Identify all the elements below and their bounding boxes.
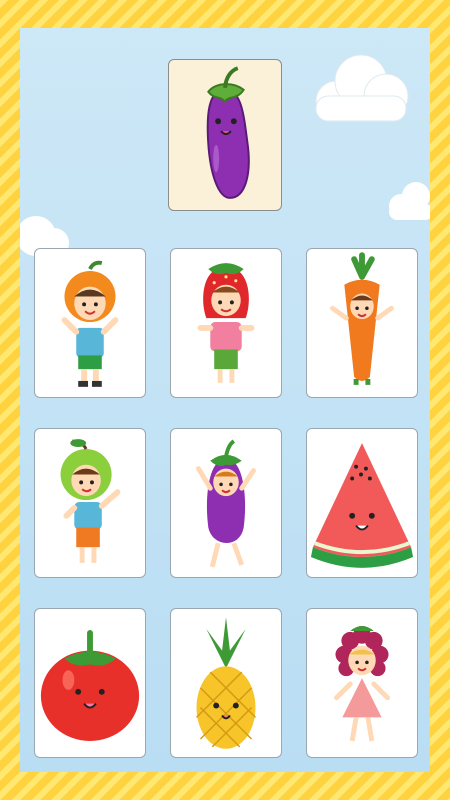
card-carrot-kid[interactable] <box>306 248 418 398</box>
orange-kid-icon <box>61 260 119 387</box>
card-raspberry-kid[interactable] <box>306 608 418 758</box>
eggplant-icon <box>206 66 250 199</box>
card-watermelon[interactable] <box>306 428 418 578</box>
card-eggplant-kid[interactable] <box>170 428 282 578</box>
game-board <box>20 28 430 772</box>
pineapple-icon <box>196 617 256 749</box>
card-pineapple[interactable] <box>170 608 282 758</box>
cloud-icon <box>315 54 409 122</box>
cloud-icon <box>389 182 430 220</box>
watermelon-icon <box>310 443 414 568</box>
raspberry-kid-icon <box>334 626 390 742</box>
tomato-icon <box>40 629 140 741</box>
apple-kid-icon <box>60 439 121 563</box>
card-orange-kid[interactable] <box>34 248 146 398</box>
card-apple-kid[interactable] <box>34 428 146 578</box>
eggplant-kid-icon <box>196 439 256 568</box>
strawberry-kid-icon <box>197 263 255 383</box>
carrot-kid-icon <box>330 252 394 385</box>
target-card <box>168 59 282 211</box>
card-strawberry-kid[interactable] <box>170 248 282 398</box>
card-tomato[interactable] <box>34 608 146 758</box>
